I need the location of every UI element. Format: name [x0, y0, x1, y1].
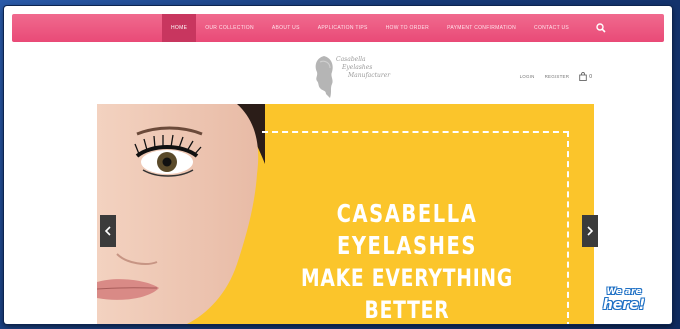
badge-line-2: here!: [602, 297, 646, 313]
site-logo[interactable]: Casabella Eyelashes Manufacturer: [310, 50, 394, 100]
nav-home[interactable]: HOME: [162, 14, 197, 42]
shopping-bag-icon: [579, 72, 587, 81]
model-face-image: [97, 104, 265, 324]
logo-line-2: Eyelashes: [342, 64, 373, 71]
nav-our-collection[interactable]: OUR COLLECTION: [196, 14, 263, 42]
logo-line-1: Casabella: [336, 56, 366, 63]
nav-payment-confirmation[interactable]: PAYMENT CONFIRMATION: [438, 14, 525, 42]
nav-application-tips[interactable]: APPLICATION TIPS: [309, 14, 377, 42]
login-link[interactable]: LOGIN: [520, 74, 535, 79]
chevron-left-icon: [104, 226, 111, 236]
cart-button[interactable]: 0: [579, 72, 592, 81]
cart-count: 0: [589, 73, 592, 80]
nav-contact-us[interactable]: CONTACT US: [525, 14, 578, 42]
logo-line-3: Manufacturer: [348, 72, 391, 79]
badge-text: We are here!: [596, 286, 652, 313]
slider-prev-button[interactable]: [100, 215, 116, 247]
nav-how-to-order[interactable]: HOW TO ORDER: [377, 14, 438, 42]
account-links: LOGIN REGISTER 0: [510, 72, 592, 81]
search-icon[interactable]: [596, 23, 606, 33]
hero-headline: CASABELLA EYELASHES MAKE EVERYTHING BETT…: [290, 198, 524, 324]
main-navigation: HOME OUR COLLECTION ABOUT US APPLICATION…: [12, 14, 664, 42]
chevron-right-icon: [587, 226, 594, 236]
we-are-here-badge[interactable]: We are here!: [590, 282, 656, 322]
register-link[interactable]: REGISTER: [545, 74, 570, 79]
slider-next-button[interactable]: [582, 215, 598, 247]
logo-wordmark: Casabella Eyelashes Manufacturer: [336, 56, 396, 80]
nav-menu: HOME OUR COLLECTION ABOUT US APPLICATION…: [162, 14, 578, 42]
hero-slider: CASABELLA EYELASHES MAKE EVERYTHING BETT…: [97, 104, 594, 324]
browser-window: HOME OUR COLLECTION ABOUT US APPLICATION…: [4, 6, 672, 324]
hero-headline-line-2: MAKE EVERYTHING BETTER: [300, 264, 514, 324]
hero-headline-line-1: CASABELLA EYELASHES: [336, 199, 478, 260]
nav-about-us[interactable]: ABOUT US: [263, 14, 309, 42]
